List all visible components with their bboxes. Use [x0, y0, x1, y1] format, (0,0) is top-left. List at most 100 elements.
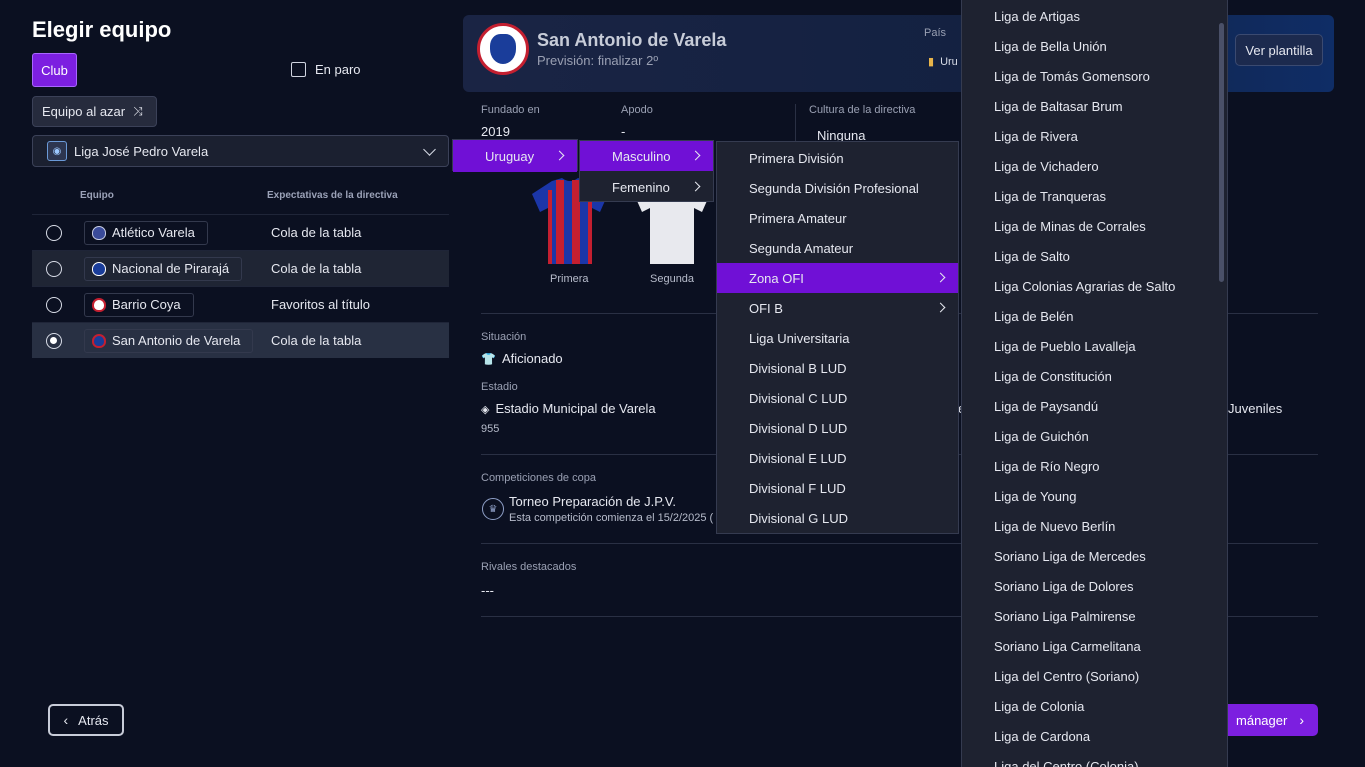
team-radio[interactable] [46, 224, 62, 241]
menu-item-label: Liga de Cardona [994, 728, 1091, 744]
menu-item-league[interactable]: Liga de Bella Unión [962, 31, 1227, 61]
stadium-icon: ◈ [481, 404, 490, 416]
stadium-capacity: 955 [481, 423, 500, 435]
menu-item-league[interactable]: Liga de Young [962, 481, 1227, 511]
menu-item-league[interactable]: Liga de Vichadero [962, 151, 1227, 181]
menu-item-label: Liga de Rivera [994, 128, 1078, 144]
menu-item-league[interactable]: Liga del Centro (Soriano) [962, 661, 1227, 691]
board-expectation: Cola de la tabla [271, 261, 362, 276]
menu-item-division[interactable]: Zona OFI [717, 263, 958, 293]
team-radio[interactable] [46, 296, 62, 313]
menu-item-division[interactable]: Primera Amateur [717, 203, 958, 233]
menu-item-division[interactable]: Divisional B LUD [717, 353, 958, 383]
view-squad-button[interactable]: Ver plantilla [1235, 34, 1323, 66]
menu-item-label: Soriano Liga de Mercedes [994, 548, 1146, 564]
menu-item-label: Divisional E LUD [749, 450, 847, 466]
menu-item-division[interactable]: Divisional G LUD [717, 503, 958, 533]
menu-item-label: Liga de Tomás Gomensoro [994, 68, 1150, 84]
menu-item-league[interactable]: Liga de Baltasar Brum [962, 91, 1227, 121]
menu-item-league[interactable]: Soriano Liga de Dolores [962, 571, 1227, 601]
table-row[interactable]: Barrio Coya Favoritos al título [32, 286, 449, 322]
table-row[interactable]: Atlético Varela Cola de la tabla [32, 214, 449, 250]
menu-item-league[interactable]: Liga Colonias Agrarias de Salto [962, 271, 1227, 301]
menu-item-label: Zona OFI [749, 270, 804, 286]
division-menu: Primera División Segunda División Profesi… [716, 141, 959, 534]
flag-icon: ▮ [928, 56, 935, 68]
menu-item-division[interactable]: Divisional D LUD [717, 413, 958, 443]
menu-item-division[interactable]: Segunda División Profesional [717, 173, 958, 203]
menu-item-league[interactable]: Liga de Río Negro [962, 451, 1227, 481]
team-chip[interactable]: Barrio Coya [84, 292, 194, 317]
menu-item-uruguay[interactable]: Uruguay [453, 140, 577, 172]
menu-item-label: Liga de Guichón [994, 428, 1089, 444]
unemployed-checkbox[interactable] [291, 62, 306, 77]
menu-item-division[interactable]: Primera División [717, 143, 958, 173]
team-chip[interactable]: Atlético Varela [84, 220, 208, 245]
menu-item-division[interactable]: Divisional F LUD [717, 473, 958, 503]
team-chip[interactable]: Nacional de Pirarajá [84, 256, 243, 281]
table-row[interactable]: Nacional de Pirarajá Cola de la tabla [32, 250, 449, 286]
chevron-left-icon: ‹ [63, 712, 69, 728]
menu-item-masculino[interactable]: Masculino [580, 141, 713, 171]
menu-item-label: Primera Amateur [749, 210, 847, 226]
menu-item-division[interactable]: Segunda Amateur [717, 233, 958, 263]
menu-item-league[interactable]: Liga de Paysandú [962, 391, 1227, 421]
menu-item-league[interactable]: Soriano Liga de Mercedes [962, 541, 1227, 571]
menu-item-league[interactable]: Soriano Liga Carmelitana [962, 631, 1227, 661]
unemployed-toggle[interactable]: En paro [291, 62, 361, 77]
menu-item-division[interactable]: Liga Universitaria [717, 323, 958, 353]
stadium-label: Estadio [481, 381, 518, 393]
team-radio-selected[interactable] [46, 332, 62, 349]
menu-item-label: Segunda División Profesional [749, 180, 919, 196]
menu-item-division[interactable]: Divisional E LUD [717, 443, 958, 473]
home-kit-label: Primera [550, 273, 589, 285]
menu-item-label: Divisional D LUD [749, 420, 848, 436]
menu-item-label: Liga de Salto [994, 248, 1070, 264]
menu-item-league[interactable]: Liga de Guichón [962, 421, 1227, 451]
menu-item-label: Liga de Paysandú [994, 398, 1099, 414]
menu-item-division[interactable]: Divisional C LUD [717, 383, 958, 413]
next-label: mánager [1236, 712, 1288, 728]
menu-item-league[interactable]: Liga de Nuevo Berlín [962, 511, 1227, 541]
back-button[interactable]: ‹ Atrás [48, 704, 124, 736]
team-radio[interactable] [46, 260, 62, 277]
menu-item-league[interactable]: Liga de Minas de Corrales [962, 211, 1227, 241]
menu-item-league[interactable]: Soriano Liga Palmirense [962, 601, 1227, 631]
league-select[interactable]: ◉ Liga José Pedro Varela [32, 135, 449, 167]
menu-item-label: Divisional B LUD [749, 360, 847, 376]
menu-item-label: OFI B [749, 300, 783, 316]
shirt-icon: 👕 [481, 352, 496, 366]
menu-item-label: Liga de Río Negro [994, 458, 1100, 474]
menu-item-label: Primera División [749, 150, 844, 166]
menu-item-label: Uruguay [485, 148, 535, 164]
menu-item-league[interactable]: Liga de Rivera [962, 121, 1227, 151]
founded-value: 2019 [481, 124, 510, 139]
club-filter-chip[interactable]: Club [32, 53, 77, 87]
menu-item-label: Soriano Liga de Dolores [994, 578, 1134, 594]
menu-item-label: Liga de Colonia [994, 698, 1085, 714]
menu-item-league[interactable]: Liga del Centro (Colonia) [962, 751, 1227, 767]
board-expectation: Favoritos al título [271, 297, 370, 312]
menu-item-femenino[interactable]: Femenino [580, 172, 713, 202]
menu-item-league[interactable]: Liga de Cardona [962, 721, 1227, 751]
menu-item-league[interactable]: Liga de Tomás Gomensoro [962, 61, 1227, 91]
chevron-right-icon [935, 272, 946, 283]
team-name: Nacional de Pirarajá [112, 261, 230, 276]
table-row-selected[interactable]: San Antonio de Varela Cola de la tabla [32, 322, 449, 358]
random-team-button[interactable]: Equipo al azar ⤨ [32, 96, 157, 127]
club-crest-icon [477, 23, 529, 75]
club-prediction: Previsión: finalizar 2º [537, 53, 659, 68]
chevron-right-icon [935, 302, 946, 313]
menu-item-league[interactable]: Liga de Salto [962, 241, 1227, 271]
team-chip[interactable]: San Antonio de Varela [84, 328, 254, 353]
menu-item-division[interactable]: OFI B [717, 293, 958, 323]
menu-item-league[interactable]: Liga de Artigas [962, 1, 1227, 31]
menu-item-league[interactable]: Liga de Constitución [962, 361, 1227, 391]
country-value: ▮ Uru [928, 56, 958, 68]
menu-item-league[interactable]: Liga de Tranqueras [962, 181, 1227, 211]
menu-item-league[interactable]: Liga de Belén [962, 301, 1227, 331]
menu-item-league[interactable]: Liga de Pueblo Lavalleja [962, 331, 1227, 361]
menu-item-league[interactable]: Liga de Colonia [962, 691, 1227, 721]
cup-name[interactable]: Torneo Preparación de J.P.V. [509, 494, 676, 509]
menu-item-label: Liga Colonias Agrarias de Salto [994, 278, 1176, 294]
